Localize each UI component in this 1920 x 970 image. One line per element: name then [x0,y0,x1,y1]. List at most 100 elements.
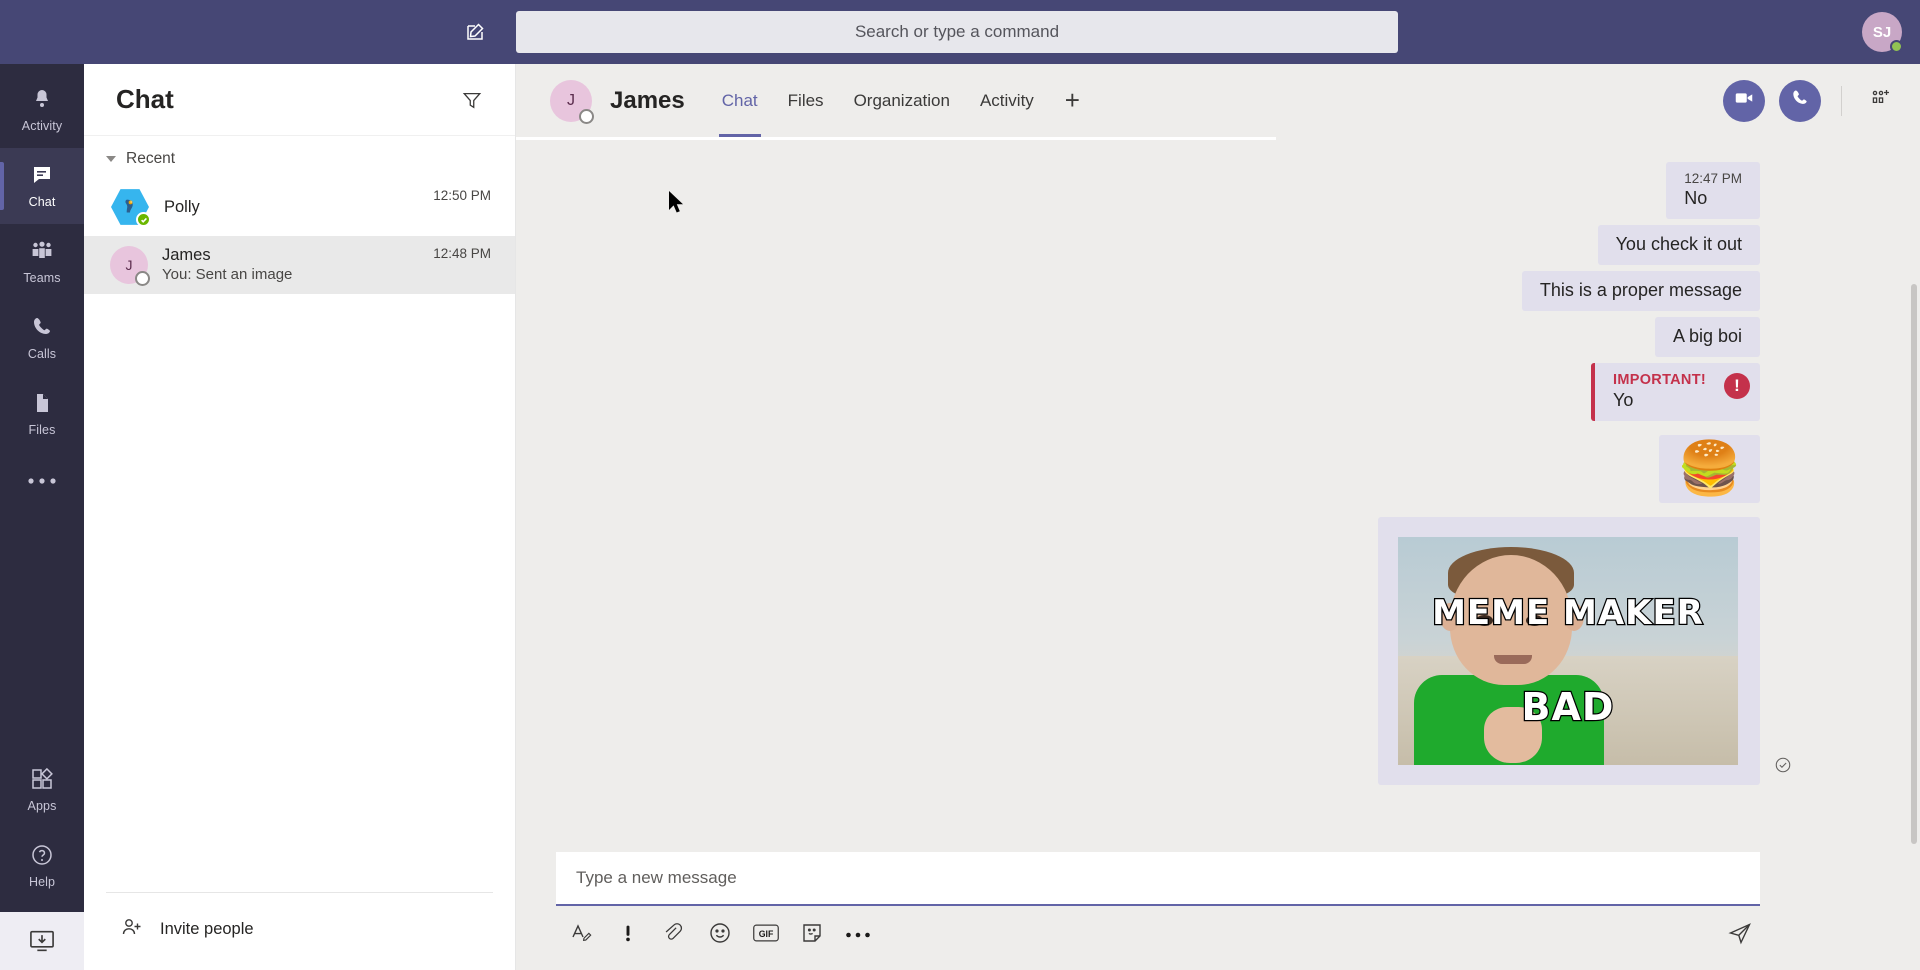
avatar-initials: SJ [1872,23,1892,41]
sidebar-item-label: Files [28,423,56,437]
chat-item-preview: You: Sent an image [162,265,293,283]
compose-box[interactable] [556,852,1760,906]
sidebar-item-apps[interactable]: Apps [0,752,84,828]
search-input[interactable] [516,11,1398,53]
conversation-actions [1723,79,1900,122]
recent-group-header[interactable]: Recent [84,136,515,178]
message-input[interactable] [576,868,1740,888]
paperclip-icon [662,921,686,950]
exclamation-icon [617,922,639,949]
avatar: J [550,79,594,124]
page-title: Chat [116,84,174,114]
message-bubble-emoji[interactable]: 🍔 [1659,435,1760,503]
tab-activity[interactable]: Activity [965,64,1049,137]
avatar-initials: J [125,257,133,273]
set-importance-button[interactable] [610,917,646,953]
teams-app-window: SJ Activity [0,0,1920,970]
avatar: J [110,246,150,286]
add-people-button[interactable] [1862,82,1900,120]
sidebar-item-activity[interactable]: Activity [0,72,84,148]
sidebar-item-help[interactable]: Help [0,828,84,904]
sidebar-item-calls[interactable]: Calls [0,300,84,376]
message-bubble[interactable]: A big boi [1654,317,1760,357]
add-person-icon [120,915,144,944]
important-label: IMPORTANT! [1613,372,1706,388]
video-call-button[interactable] [1723,79,1765,122]
smiley-icon [708,921,732,950]
chat-list-panel: Chat Recent Polly 12:50 PM J James You: … [84,64,516,970]
conversation-tabs: Chat Files Organization Activity + [707,64,1096,137]
rail-primary-items: Activity Chat Teams Calls Files [0,64,84,510]
phone-icon [1790,88,1810,113]
send-paper-plane-icon [1727,921,1753,950]
message-row: This is a proper message [556,271,1760,311]
tab-files[interactable]: Files [773,64,839,137]
format-A-pen-icon [570,921,594,950]
message-list[interactable]: 12:47 PM No You check it out This is a p… [516,140,1920,852]
sidebar-item-chat[interactable]: Chat [0,148,84,224]
message-row: 🍔 [556,435,1760,503]
chat-list-footer: Invite people [106,892,493,970]
message-time: 12:47 PM [1684,171,1742,186]
chat-bubble-icon [30,163,54,192]
meme-image[interactable]: MEME MAKER BAD [1398,537,1738,765]
message-bubble[interactable]: IMPORTANT! Yo ! [1591,363,1760,421]
sidebar-item-label: Teams [23,271,61,285]
message-bubble[interactable]: You check it out [1597,225,1760,265]
send-message-button[interactable] [1720,917,1760,953]
phone-icon [30,315,54,344]
audio-call-button[interactable] [1779,79,1821,122]
ellipsis-icon [845,926,871,944]
message-bubble[interactable]: This is a proper message [1521,271,1760,311]
more-options-button[interactable] [840,917,876,953]
meme-top-text: MEME MAKER [1431,592,1704,635]
tab-label: Chat [721,90,758,110]
tab-organization[interactable]: Organization [839,64,965,137]
chat-list-header: Chat [84,64,515,136]
new-chat-compose-button[interactable] [456,12,496,52]
sidebar-item-label: Help [28,875,56,889]
sidebar-item-label: Activity [21,119,63,133]
message-bubble-image[interactable]: MEME MAKER BAD [1378,517,1791,785]
message-scrollbar[interactable] [1911,284,1917,844]
tab-chat[interactable]: Chat [707,64,773,137]
apps-icon [30,767,54,796]
chat-list-item-polly[interactable]: Polly 12:50 PM [84,178,515,236]
download-desktop-app-icon[interactable] [0,912,84,970]
filter-funnel-icon[interactable] [455,83,489,117]
chat-list-item-james[interactable]: J James You: Sent an image 12:48 PM [84,236,515,294]
sidebar-item-files[interactable]: Files [0,376,84,452]
giphy-button[interactable]: GIF [748,917,784,953]
chat-item-name: James [162,246,211,265]
global-search[interactable] [516,11,1398,53]
message-row: You check it out [556,225,1760,265]
video-camera-icon [1733,87,1755,114]
format-text-button[interactable] [564,917,600,953]
message-row: 12:47 PM No [556,162,1760,219]
message-text: A big boi [1672,326,1742,346]
message-text: Yo [1613,390,1634,410]
sidebar-more-apps-button[interactable] [0,452,84,510]
message-row: A big boi [556,317,1760,357]
message-bubble[interactable]: 12:47 PM No [1666,162,1760,219]
avatar [110,188,151,227]
add-tab-button[interactable]: + [1049,85,1096,116]
presence-offline-badge [135,271,150,286]
user-avatar[interactable]: SJ [1862,12,1903,53]
conversation-title: James [610,86,685,114]
rail-secondary-items: Apps Help [0,752,84,970]
sidebar-item-label: Chat [28,195,56,209]
invite-people-label: Invite people [160,920,254,938]
tab-label: Activity [979,90,1034,110]
conversation-header: J James Chat Files Organization Activity… [516,64,1920,137]
attach-file-button[interactable] [656,917,692,953]
chat-item-time: 12:50 PM [433,188,491,203]
emoji-button[interactable] [702,917,738,953]
chat-item-name: Polly [164,197,200,216]
svg-text:GIF: GIF [759,928,774,938]
sidebar-item-teams[interactable]: Teams [0,224,84,300]
sticker-button[interactable] [794,917,830,953]
divider [1841,85,1842,116]
invite-people-button[interactable]: Invite people [106,893,493,970]
compose-toolbar: GIF [556,906,1760,954]
